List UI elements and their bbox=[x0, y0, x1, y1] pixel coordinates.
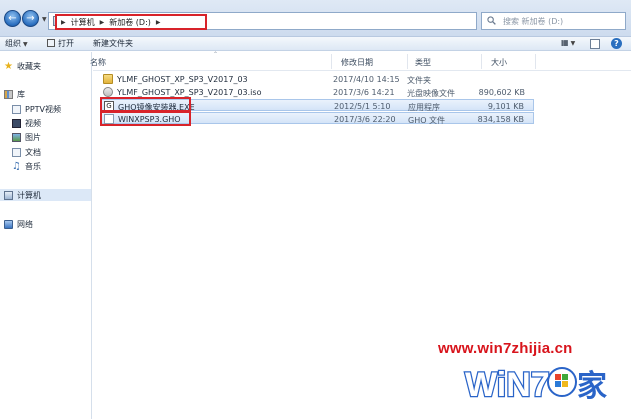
sidebar-item-label: 网络 bbox=[17, 219, 33, 229]
file-date: 2012/5/1 5:10 bbox=[334, 102, 391, 111]
column-headers: ⌃ 名称 修改日期 类型 大小 bbox=[90, 51, 631, 71]
column-header-date[interactable]: 修改日期 bbox=[341, 57, 373, 68]
file-size: 9,101 KB bbox=[487, 102, 524, 111]
chevron-down-icon: ▼ bbox=[570, 40, 576, 47]
breadcrumb-arrow-icon[interactable]: ▶ bbox=[156, 19, 161, 26]
sidebar-item-label: 图片 bbox=[25, 132, 41, 142]
sidebar-item-label: 文档 bbox=[25, 147, 41, 157]
open-button[interactable]: 打开 bbox=[47, 38, 74, 49]
sidebar-item-videos[interactable]: 视频 bbox=[12, 117, 41, 129]
search-input[interactable]: 搜索 新加卷 (D:) bbox=[481, 12, 626, 30]
sidebar-item-label: 计算机 bbox=[17, 190, 41, 200]
file-date: 2017/3/6 14:21 bbox=[333, 88, 395, 97]
highlight-box-gho bbox=[100, 111, 191, 126]
breadcrumb-arrow-icon[interactable]: ▶ bbox=[100, 19, 105, 26]
logo-text: WiN7 bbox=[465, 366, 550, 404]
watermark-url: www.win7zhijia.cn bbox=[438, 340, 573, 357]
view-options-icon: ▦ bbox=[561, 38, 569, 47]
sidebar-item-label: 视频 bbox=[25, 118, 41, 128]
organize-button[interactable]: 组织 ▼ bbox=[5, 38, 28, 49]
breadcrumb-arrow-icon[interactable]: ▶ bbox=[61, 19, 66, 26]
file-date: 2017/4/10 14:15 bbox=[333, 75, 400, 84]
column-divider[interactable] bbox=[535, 54, 536, 69]
sidebar-item-pptv-video[interactable]: PPTV视频 bbox=[12, 103, 61, 115]
sidebar-item-libraries[interactable]: 库 bbox=[4, 88, 25, 100]
file-type: GHO 文件 bbox=[408, 116, 446, 125]
help-icon[interactable]: ? bbox=[611, 38, 622, 49]
sidebar-item-label: PPTV视频 bbox=[25, 104, 62, 114]
file-date: 2017/3/6 22:20 bbox=[334, 115, 396, 124]
sidebar-item-music[interactable]: ♫ 音乐 bbox=[12, 160, 41, 172]
column-header-name[interactable]: 名称 bbox=[90, 57, 106, 68]
library-icon bbox=[4, 89, 13, 99]
breadcrumb-drive-d[interactable]: 新加卷 (D:) bbox=[109, 17, 151, 28]
folder-icon bbox=[103, 74, 113, 84]
search-icon bbox=[487, 16, 496, 25]
music-icon: ♫ bbox=[12, 160, 21, 172]
file-size: 834,158 KB bbox=[477, 115, 524, 124]
command-toolbar: 组织 ▼ 打开 新建文件夹 ▦ ▼ ? bbox=[0, 37, 631, 51]
sort-indicator-icon: ⌃ bbox=[213, 51, 219, 58]
file-type: 文件夹 bbox=[407, 76, 431, 85]
change-view-button[interactable]: ▦ ▼ bbox=[561, 38, 575, 47]
win7-logo: WiN7 家 bbox=[464, 365, 607, 404]
disc-image-icon bbox=[103, 87, 113, 97]
computer-icon bbox=[4, 190, 13, 200]
preview-pane-button[interactable] bbox=[590, 39, 600, 49]
sidebar-item-documents[interactable]: 文档 bbox=[12, 146, 41, 158]
sidebar-item-label: 音乐 bbox=[25, 161, 41, 171]
sidebar-item-label: 库 bbox=[17, 89, 25, 99]
back-button[interactable]: ← bbox=[4, 10, 21, 27]
new-folder-button[interactable]: 新建文件夹 bbox=[93, 38, 133, 49]
recent-pages-dropdown[interactable]: ▼ bbox=[42, 16, 47, 23]
breadcrumb: ▶ 计算机 ▶ 新加卷 (D:) ▶ bbox=[55, 14, 207, 30]
search-placeholder: 搜索 新加卷 (D:) bbox=[503, 17, 564, 26]
star-icon: ★ bbox=[4, 60, 13, 72]
file-row[interactable]: YLMF_GHOST_XP_SP3_V2017_03 2017/4/10 14:… bbox=[101, 73, 534, 85]
sidebar-item-label: 收藏夹 bbox=[17, 61, 41, 71]
column-divider[interactable] bbox=[331, 54, 332, 69]
open-label: 打开 bbox=[58, 39, 74, 48]
sidebar-item-pictures[interactable]: 图片 bbox=[12, 131, 41, 143]
breadcrumb-computer[interactable]: 计算机 bbox=[71, 17, 95, 28]
sidebar-item-favorites[interactable]: ★ 收藏夹 bbox=[4, 60, 41, 72]
pptv-library-icon bbox=[12, 104, 21, 114]
sidebar-item-network[interactable]: 网络 bbox=[4, 218, 33, 230]
forward-button[interactable]: → bbox=[22, 10, 39, 27]
logo-char: 家 bbox=[577, 369, 607, 404]
network-icon bbox=[4, 219, 13, 229]
address-bar-region: ← → ▼ ▶ 计算机 ▶ 新加卷 (D:) ▶ ▼ ↻ 搜索 新加卷 (D:) bbox=[0, 0, 631, 37]
column-divider[interactable] bbox=[407, 54, 408, 69]
open-app-icon bbox=[47, 39, 55, 47]
document-icon bbox=[12, 147, 21, 157]
file-size: 890,602 KB bbox=[478, 88, 525, 97]
organize-label: 组织 bbox=[5, 39, 21, 48]
column-header-type[interactable]: 类型 bbox=[415, 57, 431, 68]
sidebar-item-computer[interactable]: 计算机 bbox=[0, 189, 91, 201]
address-field[interactable]: ▶ 计算机 ▶ 新加卷 (D:) ▶ ▼ ↻ bbox=[48, 12, 521, 30]
picture-icon bbox=[12, 132, 21, 142]
navigation-pane: ★ 收藏夹 库 PPTV视频 视频 图片 文档 ♫ 音乐 计算机 网络 bbox=[0, 52, 92, 419]
video-icon bbox=[12, 118, 21, 128]
column-divider[interactable] bbox=[481, 54, 482, 69]
chevron-down-icon: ▼ bbox=[23, 41, 28, 48]
column-header-size[interactable]: 大小 bbox=[491, 57, 507, 68]
file-name: YLMF_GHOST_XP_SP3_V2017_03 bbox=[117, 75, 248, 84]
highlight-box-exe bbox=[100, 97, 191, 112]
file-name: YLMF_GHOST_XP_SP3_V2017_03.iso bbox=[117, 88, 262, 97]
file-type: 光盘映像文件 bbox=[407, 89, 455, 98]
